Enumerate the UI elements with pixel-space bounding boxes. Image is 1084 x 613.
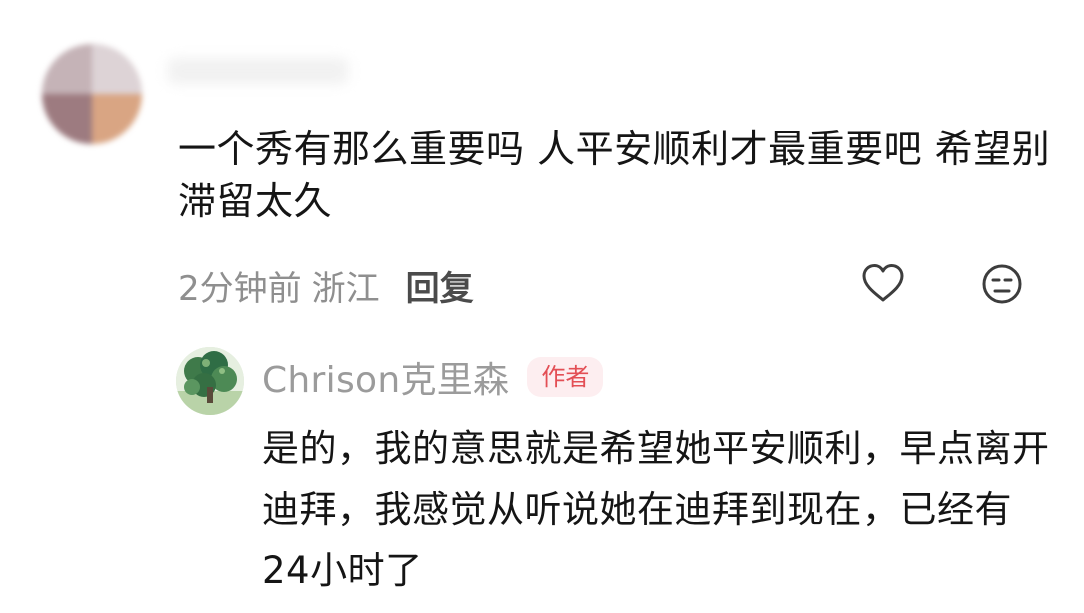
avatar-blur-block — [42, 44, 92, 94]
avatar-blur-block — [92, 44, 142, 94]
author-avatar[interactable] — [176, 347, 244, 415]
avatar-blur-block — [42, 94, 92, 144]
author-badge: 作者 — [527, 357, 604, 397]
comment-time: 2分钟前 — [178, 268, 302, 309]
reply-header: Chrison克里森 作者 — [262, 351, 604, 403]
commenter-avatar[interactable] — [42, 44, 142, 144]
reply-text: 是的，我的意思就是希望她平安顺利，早点离开迪拜，我感觉从听说她在迪拜到现在，已经… — [262, 427, 1050, 592]
commenter-username-redacted — [168, 58, 348, 84]
comment-meta: 2分钟前 浙江 回复 — [178, 261, 474, 310]
neutral-face-icon[interactable] — [981, 263, 1023, 305]
comment-thread: 一个秀有那么重要吗 人平安顺利才最重要吧 希望别滞留太久 2分钟前 浙江 回复 — [0, 0, 1084, 613]
comment-text: 一个秀有那么重要吗 人平安顺利才最重要吧 希望别滞留太久 — [178, 127, 1051, 223]
avatar-blur-block — [92, 94, 142, 144]
author-username[interactable]: Chrison克里森 — [262, 351, 509, 403]
comment-location: 浙江 — [311, 268, 380, 309]
reply-button[interactable]: 回复 — [406, 261, 474, 310]
heart-outline-icon[interactable] — [861, 263, 905, 303]
